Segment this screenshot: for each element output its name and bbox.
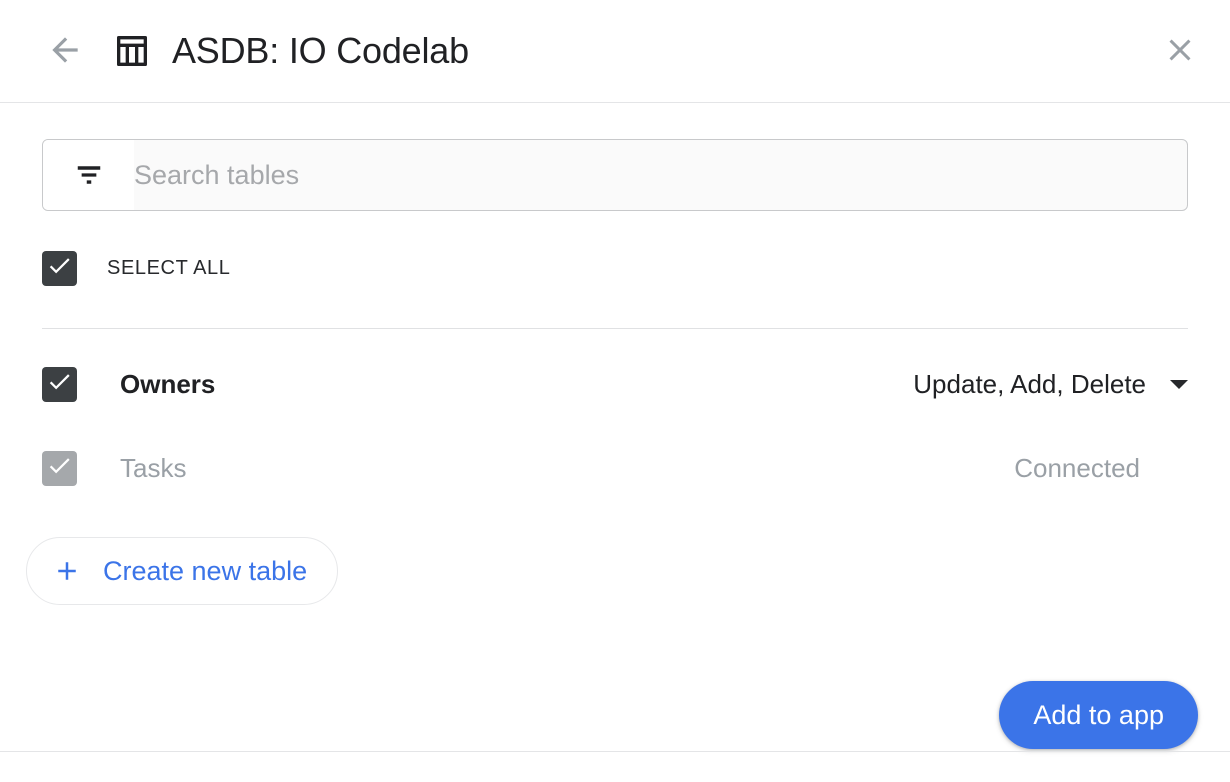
search-tables-field[interactable] bbox=[42, 139, 1188, 211]
dialog-footer: Add to app bbox=[0, 648, 1230, 782]
table-checkbox-owners[interactable] bbox=[42, 366, 77, 402]
filter-list-icon bbox=[43, 140, 134, 210]
table-row: Tasks Connected bbox=[42, 441, 1188, 495]
page-title: ASDB: IO Codelab bbox=[172, 30, 469, 71]
footer-divider bbox=[0, 751, 1230, 752]
create-new-table-label: Create new table bbox=[103, 555, 308, 586]
list-divider bbox=[42, 328, 1188, 329]
select-all-checkbox[interactable] bbox=[42, 250, 77, 286]
check-icon bbox=[46, 368, 73, 400]
table-icon bbox=[110, 28, 154, 74]
select-all-label: SELECT ALL bbox=[107, 256, 231, 279]
create-new-table-button[interactable]: Create new table bbox=[26, 537, 339, 605]
permissions-label-owners: Update, Add, Delete bbox=[913, 368, 1146, 399]
close-icon bbox=[1162, 32, 1198, 71]
chevron-down-icon bbox=[1170, 379, 1188, 389]
check-icon bbox=[46, 452, 73, 484]
status-badge-tasks: Connected bbox=[1014, 452, 1140, 483]
table-name-owners: Owners bbox=[120, 368, 216, 399]
table-row[interactable]: Owners Update, Add, Delete bbox=[42, 357, 1188, 411]
close-button[interactable] bbox=[1156, 27, 1204, 75]
arrow-left-icon bbox=[46, 31, 84, 72]
dialog-header: ASDB: IO Codelab bbox=[0, 0, 1230, 103]
back-button[interactable] bbox=[42, 28, 88, 74]
check-icon bbox=[46, 252, 73, 284]
table-checkbox-tasks bbox=[42, 450, 77, 486]
plus-icon bbox=[51, 555, 83, 587]
table-name-tasks: Tasks bbox=[120, 452, 187, 483]
permissions-dropdown-owners[interactable]: Update, Add, Delete bbox=[913, 369, 1188, 400]
search-input[interactable] bbox=[134, 140, 1187, 210]
add-tables-dialog: ASDB: IO Codelab Search tables SELECT AL… bbox=[0, 0, 1230, 782]
select-all-row[interactable]: SELECT ALL bbox=[42, 240, 1188, 296]
dialog-body: SELECT ALL Owners Update, Add, Delete bbox=[0, 103, 1230, 752]
add-to-app-button[interactable]: Add to app bbox=[999, 681, 1198, 749]
